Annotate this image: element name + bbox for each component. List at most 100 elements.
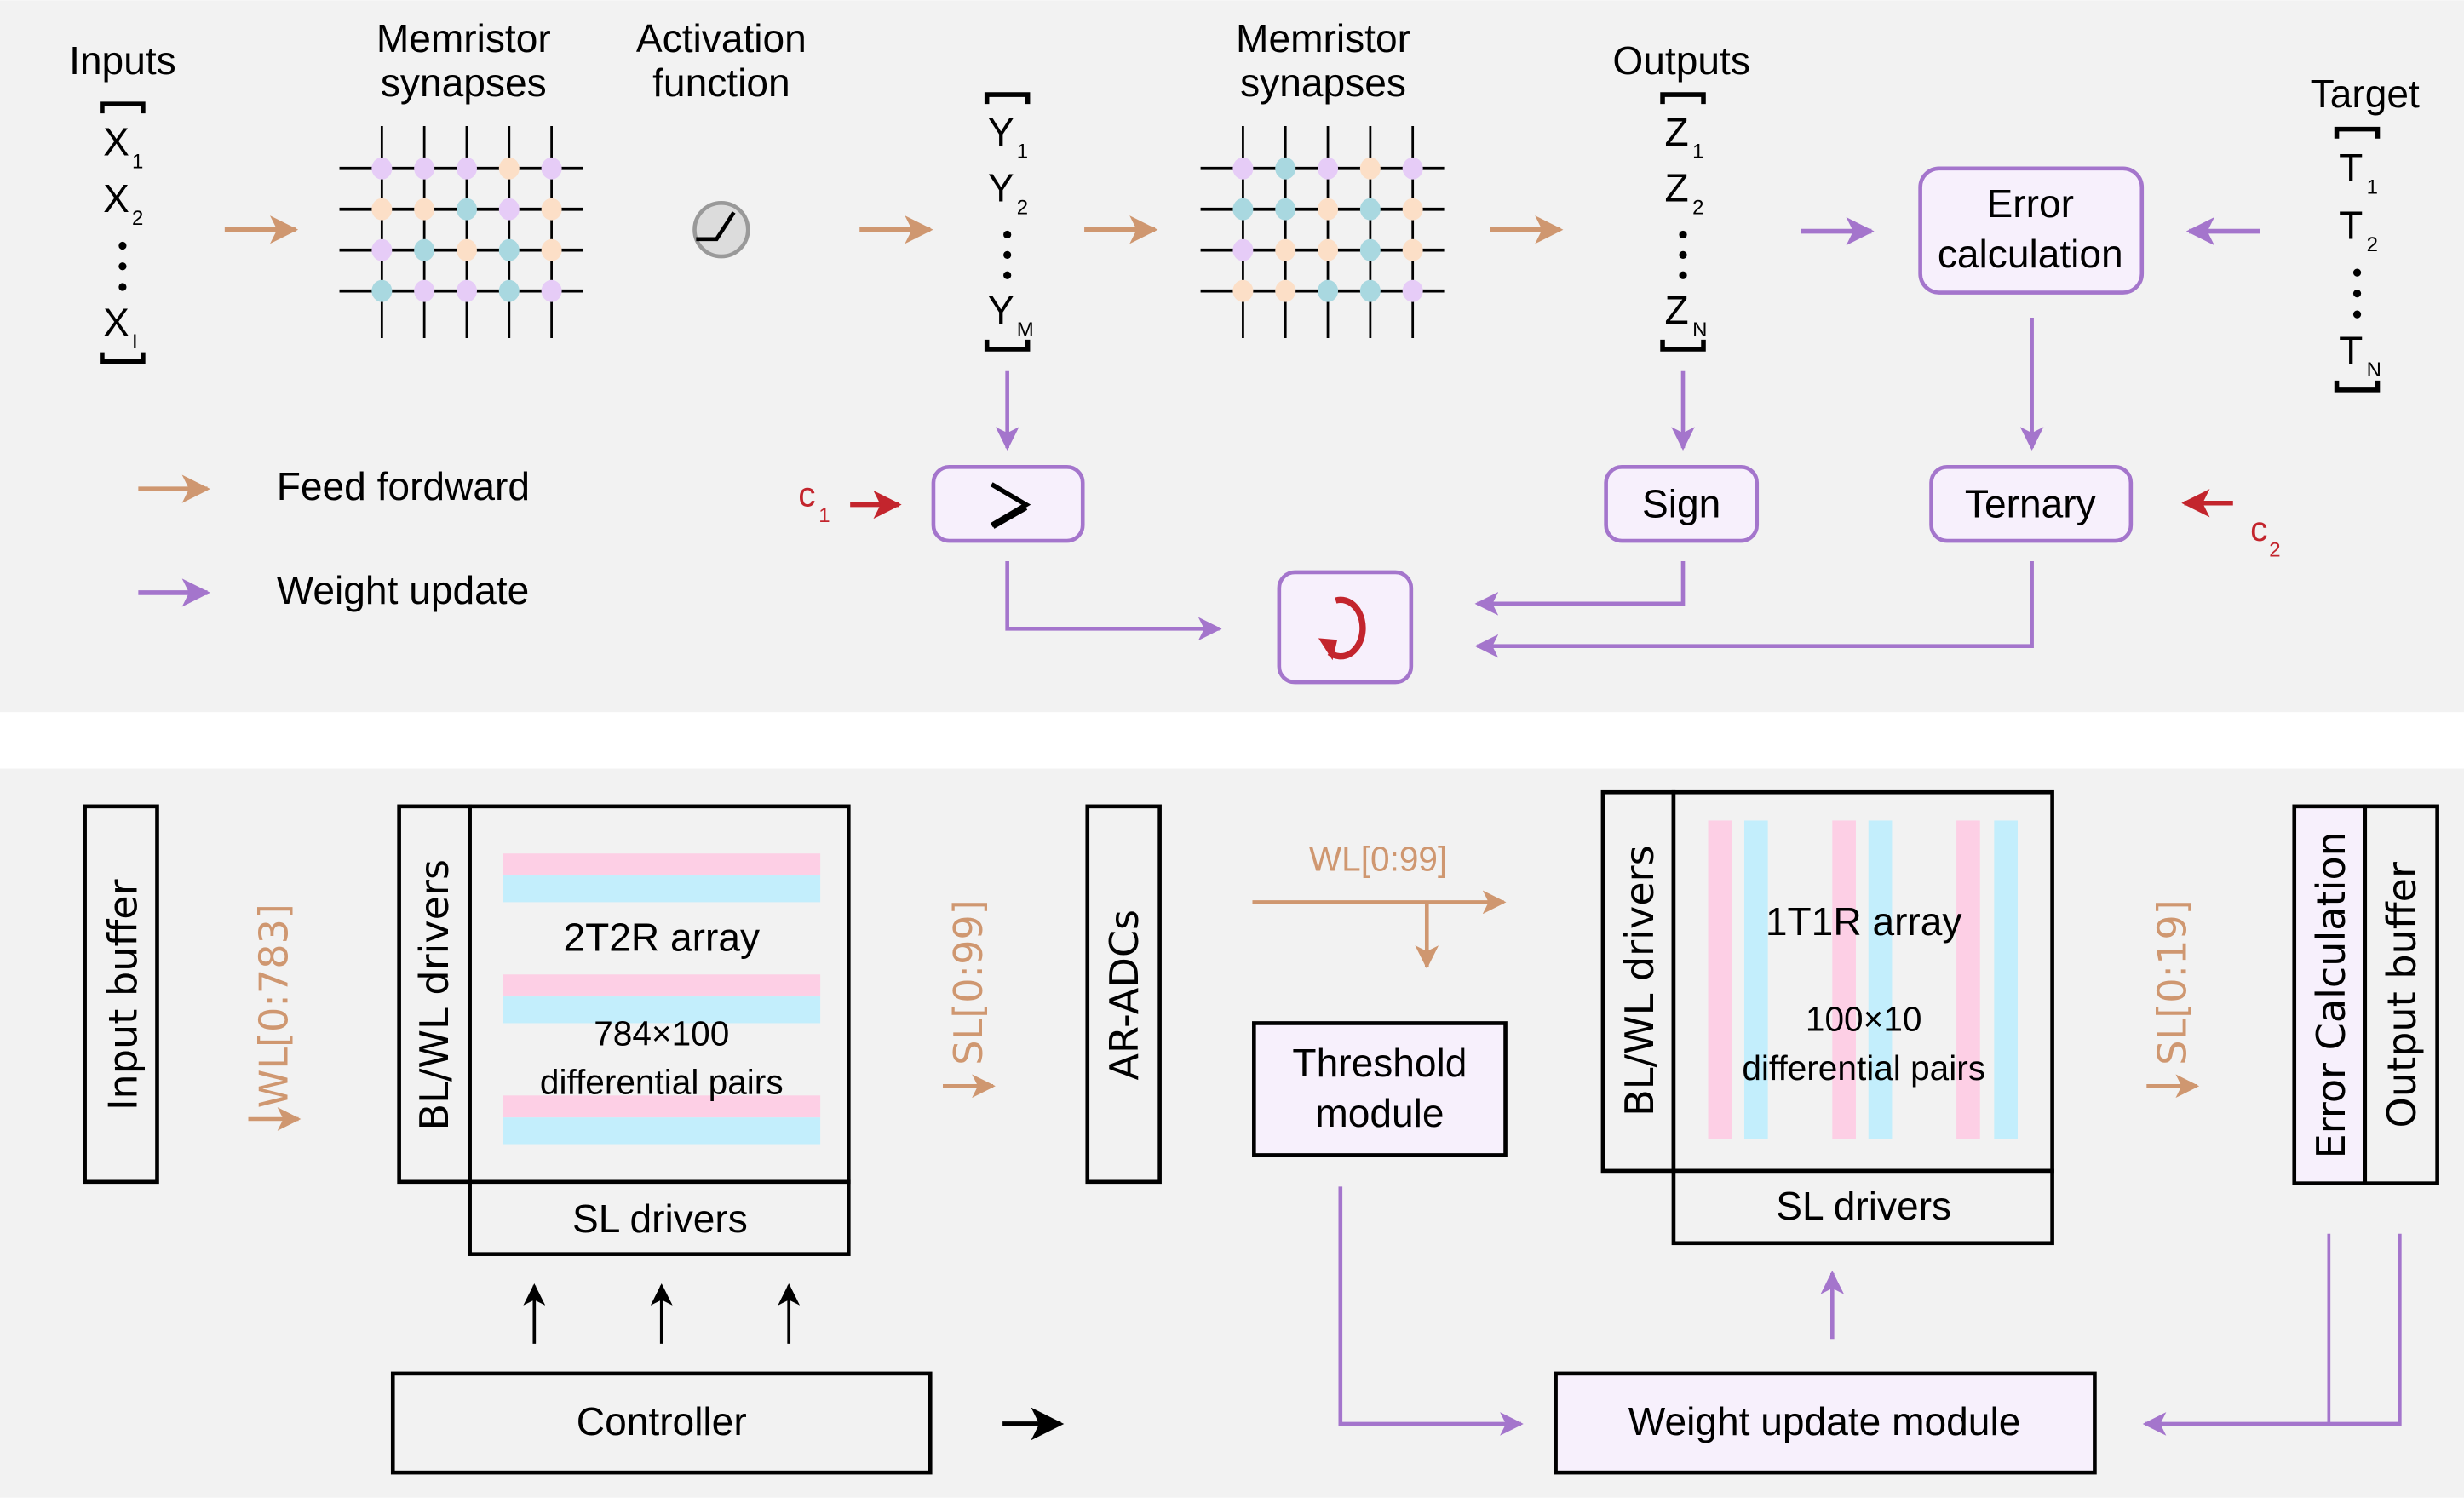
threshold-line1: Threshold <box>1292 1041 1467 1085</box>
input-buffer-box: Input buffer <box>83 804 159 1185</box>
activation-function-icon <box>692 201 750 259</box>
ellipsis-dot <box>2352 268 2362 277</box>
memristor-cell <box>414 198 435 221</box>
cyan-column <box>1994 820 2019 1139</box>
diagram-canvas: Inputs Memristor synapses Activation fun… <box>0 0 2464 1498</box>
memristor-cell <box>1402 279 1423 302</box>
memristor-cell <box>1275 157 1296 180</box>
vector-subscript: 1 <box>132 150 143 173</box>
vector-element: X <box>103 176 129 221</box>
vector-element: T <box>2339 146 2363 190</box>
wl-99-label: WL[0:99] <box>1309 839 1447 878</box>
threshold-line2: module <box>1315 1091 1444 1135</box>
ellipsis-dot <box>2352 289 2362 298</box>
pink-column <box>1708 820 1732 1139</box>
vector-subscript: 1 <box>1692 141 1703 164</box>
error-calc-output-buffer: Error Calculation Output buffer <box>2292 804 2439 1185</box>
ar-adcs-label: AR-ADCs <box>1101 910 1147 1081</box>
memristor-cell <box>1232 198 1254 221</box>
legend-wu-label: Weight update <box>277 568 530 612</box>
pink-stripe <box>503 853 821 876</box>
ellipsis-dot <box>1003 230 1012 239</box>
memristor-cell <box>371 279 393 302</box>
vector-subscript: I <box>132 330 138 353</box>
pink-stripe <box>503 974 821 997</box>
bl-wl-drivers-1-label: BL/WL drivers <box>411 859 457 1130</box>
memristor-cell <box>498 279 520 302</box>
memristor-cell <box>371 198 393 221</box>
memristor-cell <box>456 198 477 221</box>
sl-drivers-1-label: SL drivers <box>572 1197 748 1241</box>
memristor-cell <box>1359 238 1381 261</box>
memristor-cell <box>1318 279 1339 302</box>
vector-element: Z <box>1665 288 1689 332</box>
memristor-cell <box>1402 238 1423 261</box>
memristor-cell <box>456 238 477 261</box>
vector-element: Z <box>1665 166 1689 210</box>
memristor-cell <box>1318 157 1339 180</box>
ellipsis-dot <box>118 283 127 291</box>
error-calculation-box: Error calculation <box>1918 166 2145 295</box>
memristor-cell <box>456 157 477 180</box>
ternary-label: Ternary <box>1965 481 2096 525</box>
ellipsis-dot <box>1679 230 1687 239</box>
ar-adcs-box: AR-ADCs <box>1085 804 1162 1185</box>
vector-element: X <box>103 120 129 164</box>
ellipsis-dot <box>118 241 127 250</box>
memristor-cell <box>1318 198 1339 221</box>
vector-subscript: N <box>1692 319 1707 341</box>
array-1t1r-title: 1T1R array <box>1766 899 1962 944</box>
vector-element: Z <box>1665 110 1689 154</box>
target-header: Target <box>2311 72 2420 116</box>
vector-subscript: 2 <box>2367 233 2378 256</box>
cyan-stripe <box>503 875 821 903</box>
error-calc-line2: calculation <box>1938 232 2123 276</box>
memristor-cell <box>371 157 393 180</box>
memristor-cell <box>1402 157 1423 180</box>
vector-element: Y <box>988 110 1014 154</box>
legend-ff-label: Feed fordward <box>277 464 530 508</box>
activation-header-line2: function <box>652 60 790 105</box>
memristor-cell <box>371 238 393 261</box>
weight-update-module-box: Weight update module <box>1554 1371 2097 1475</box>
outputs-header: Outputs <box>1612 38 1749 83</box>
memristor-cell <box>498 157 520 180</box>
memristor-cell <box>1232 238 1254 261</box>
weight-update-box <box>1277 570 1414 685</box>
vector-element: X <box>103 300 129 344</box>
output-buffer-label: Output buffer <box>2379 862 2425 1128</box>
vector-subscript: M <box>1017 319 1034 341</box>
sign-label: Sign <box>1642 481 1720 525</box>
memristor-cell <box>1275 238 1296 261</box>
memristor-header-2-line2: synapses <box>1240 60 1406 105</box>
pink-column <box>1832 820 1856 1139</box>
memristor-cell <box>498 238 520 261</box>
memristor-cell <box>414 238 435 261</box>
array-1t1r-size: 100×10 <box>1806 1000 1922 1039</box>
vector-element: Y <box>988 288 1014 332</box>
array-2t2r-size: 784×100 <box>594 1013 729 1053</box>
memristor-cell <box>414 157 435 180</box>
memristor-cell <box>1402 198 1423 221</box>
vector-subscript: 2 <box>1692 196 1703 219</box>
vector-subscript: 2 <box>1017 196 1028 219</box>
array-2t2r-desc: differential pairs <box>540 1062 784 1101</box>
threshold-module-box: Threshold module <box>1252 1021 1508 1157</box>
ellipsis-dot <box>1003 250 1012 259</box>
memristor-cell <box>541 157 562 180</box>
ellipsis-dot <box>2352 310 2362 319</box>
activation-header-line1: Activation <box>636 16 807 60</box>
c1-subscript: 1 <box>818 504 830 527</box>
cyan-stripe <box>503 1117 821 1145</box>
memristor-cell <box>456 279 477 302</box>
cyan-column <box>1743 820 1768 1139</box>
vector-element: T <box>2339 203 2363 247</box>
c1-label: c <box>798 474 815 514</box>
sign-box: Sign <box>1604 465 1760 543</box>
input-buffer-label: Input buffer <box>101 879 146 1111</box>
pink-column <box>1956 820 1980 1139</box>
memristor-cell <box>498 198 520 221</box>
vector-element: Y <box>988 166 1014 210</box>
memristor-cell <box>1232 157 1254 180</box>
memristor-cell <box>1359 157 1381 180</box>
